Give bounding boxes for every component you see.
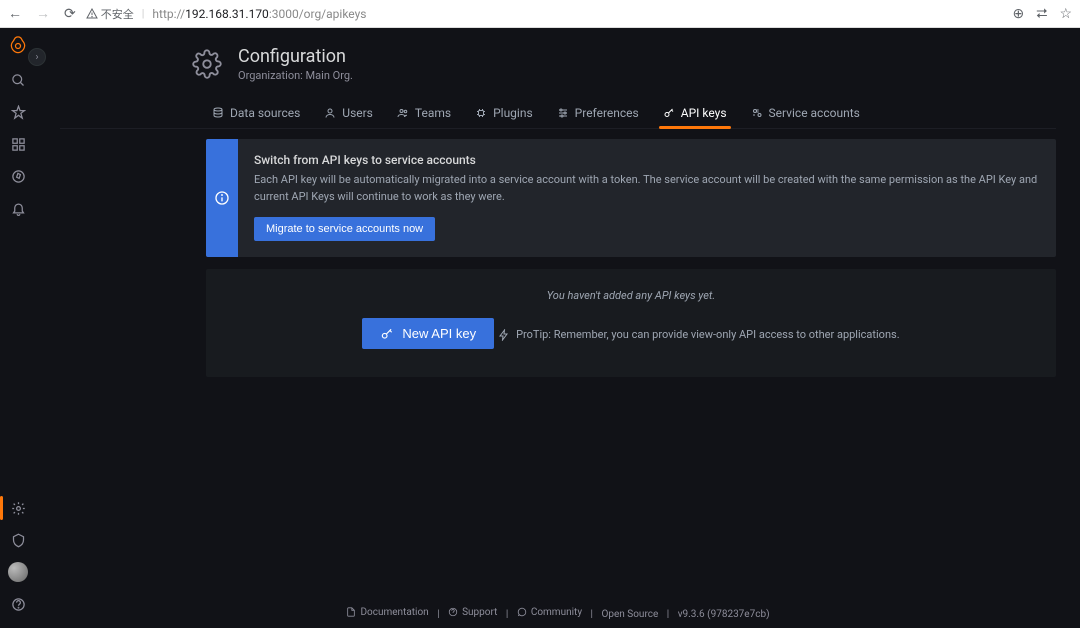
sidebar-help[interactable]	[0, 588, 36, 620]
translate-icon[interactable]: ⊕	[1013, 6, 1025, 22]
address-bar[interactable]: http://192.168.31.170:3000/org/apikeys	[152, 7, 366, 21]
sidebar-dashboards[interactable]	[0, 128, 36, 160]
bookmark-icon[interactable]: ☆	[1059, 6, 1072, 22]
sidebar: ›	[0, 28, 36, 628]
tab-data-sources[interactable]: Data sources	[210, 100, 302, 128]
tabs: Data sources Users Teams Plugins Prefere…	[60, 100, 1056, 129]
sidebar-alerting[interactable]	[0, 192, 36, 224]
footer-version: v9.3.6 (978237e7cb)	[678, 609, 770, 620]
tab-service-accounts[interactable]: Service accounts	[749, 100, 862, 128]
sidebar-avatar[interactable]	[0, 556, 36, 588]
footer-opensource[interactable]: Open Source	[601, 609, 658, 620]
grafana-logo[interactable]	[6, 34, 30, 58]
banner-desc: Each API key will be automatically migra…	[254, 172, 1040, 205]
sidebar-starred[interactable]	[0, 96, 36, 128]
share-icon[interactable]: ⮂	[1036, 6, 1047, 22]
api-keys-panel: You haven't added any API keys yet. New …	[206, 269, 1056, 377]
page-title: Configuration	[238, 46, 353, 67]
tab-users[interactable]: Users	[322, 100, 375, 128]
sidebar-search[interactable]	[0, 64, 36, 96]
footer-support[interactable]: Support	[448, 607, 497, 618]
footer-docs[interactable]: Documentation	[346, 607, 428, 618]
nav-forward[interactable]: →	[36, 5, 50, 22]
insecure-badge: 不安全	[86, 6, 134, 22]
nav-back[interactable]: ←	[8, 5, 22, 22]
avatar	[8, 562, 28, 582]
main: Configuration Organization: Main Org. Da…	[36, 28, 1080, 628]
banner-title: Switch from API keys to service accounts	[254, 153, 1040, 167]
page-subtitle: Organization: Main Org.	[238, 69, 353, 82]
tab-api-keys[interactable]: API keys	[661, 100, 729, 128]
sidebar-configuration[interactable]	[0, 492, 36, 524]
tab-teams[interactable]: Teams	[395, 100, 453, 128]
sidebar-explore[interactable]	[0, 160, 36, 192]
migrate-button[interactable]: Migrate to service accounts now	[254, 217, 435, 241]
page-header: Configuration Organization: Main Org.	[60, 46, 1056, 82]
footer-community[interactable]: Community	[517, 607, 582, 618]
sidebar-admin[interactable]	[0, 524, 36, 556]
info-icon	[206, 139, 238, 257]
tab-plugins[interactable]: Plugins	[473, 100, 535, 128]
protip: ProTip: Remember, you can provide view-o…	[498, 328, 900, 341]
browser-chrome: ← → ⟳ 不安全 | http://192.168.31.170:3000/o…	[0, 0, 1080, 28]
empty-message: You haven't added any API keys yet.	[222, 289, 1040, 302]
footer: Documentation | Support | Community | Op…	[60, 597, 1056, 628]
migration-banner: Switch from API keys to service accounts…	[206, 139, 1056, 257]
new-api-key-button[interactable]: New API key	[362, 318, 494, 349]
nav-reload[interactable]: ⟳	[64, 6, 76, 22]
tab-preferences[interactable]: Preferences	[555, 100, 641, 128]
gear-icon	[190, 47, 224, 81]
